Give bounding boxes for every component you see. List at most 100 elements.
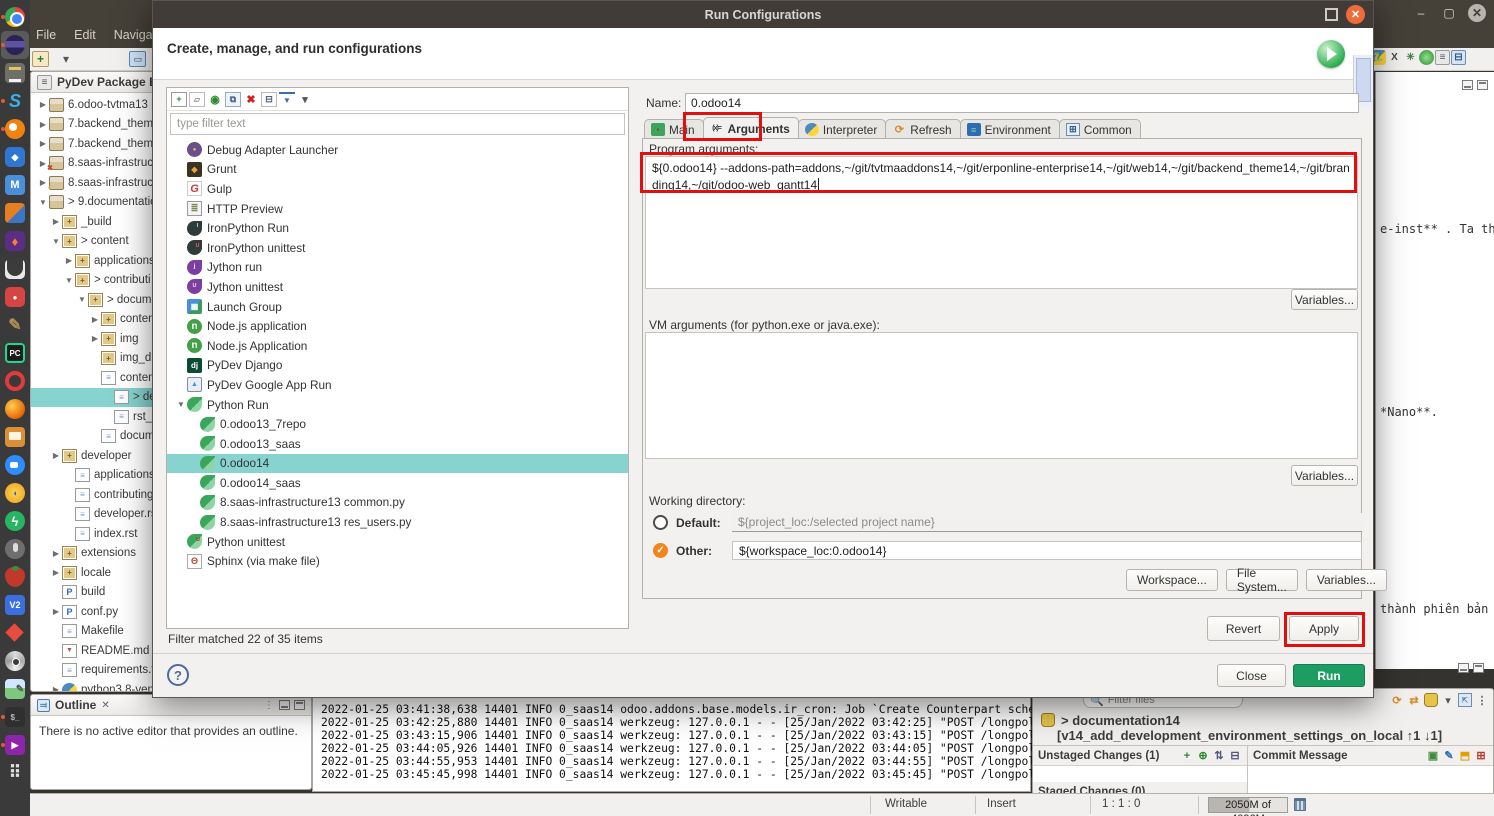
minimize-view-icon[interactable]: [1462, 80, 1473, 90]
dock-item[interactable]: [1, 395, 29, 423]
dock-item[interactable]: [1, 479, 29, 507]
outline-title[interactable]: Outline: [55, 698, 96, 712]
dock-item[interactable]: [1, 423, 29, 451]
configuration-row[interactable]: Gulp: [167, 179, 628, 199]
link-with-editor-icon[interactable]: [1458, 693, 1472, 707]
maximize-icon[interactable]: [1325, 8, 1338, 21]
dock-item[interactable]: [1, 115, 29, 143]
collapsed-icon[interactable]: [89, 315, 101, 324]
configuration-row[interactable]: IronPython Run: [167, 218, 628, 238]
configuration-row[interactable]: 0.odoo13_saas: [167, 434, 628, 454]
unstaged-changes-section[interactable]: Unstaged Changes (1): [1033, 746, 1247, 766]
stage-add-icon[interactable]: [1180, 749, 1194, 763]
collapsed-icon[interactable]: [89, 334, 101, 343]
collapsed-icon[interactable]: [50, 451, 62, 460]
configuration-row[interactable]: Python unittest: [167, 532, 628, 552]
config-tab[interactable]: Refresh: [885, 119, 960, 139]
stage-all-icon[interactable]: [1196, 749, 1210, 763]
menu-item[interactable]: Edit: [74, 28, 96, 42]
new-wizard-icon[interactable]: [32, 51, 49, 67]
configuration-row[interactable]: Node.js Application: [167, 336, 628, 356]
tab-close-icon[interactable]: ✕: [101, 700, 109, 711]
dock-item[interactable]: [1, 675, 29, 703]
dock-item[interactable]: [1, 87, 29, 115]
dock-item[interactable]: [1, 255, 29, 283]
config-tab[interactable]: Interpreter: [798, 119, 886, 139]
config-tab[interactable]: Common: [1059, 119, 1141, 139]
vm-arguments-input[interactable]: [645, 332, 1358, 459]
x-tool-icon[interactable]: [1387, 50, 1402, 65]
memory-gauge[interactable]: 2050M of 4096M: [1208, 797, 1288, 813]
dock-item[interactable]: [1, 367, 29, 395]
export-icon[interactable]: [207, 92, 223, 107]
revert-button[interactable]: Revert: [1207, 616, 1280, 641]
other-directory-field[interactable]: ${workspace_loc:0.odoo14}: [732, 541, 1362, 560]
compare-mode-icon[interactable]: [1212, 749, 1226, 763]
collapsed-icon[interactable]: [37, 120, 49, 129]
name-input[interactable]: 0.odoo14: [685, 93, 1359, 113]
maximize-icon[interactable]: ▢: [1440, 4, 1458, 22]
dock-item[interactable]: [1, 339, 29, 367]
filter-icon[interactable]: [279, 92, 295, 107]
dock-item[interactable]: [1, 535, 29, 563]
collapsed-icon[interactable]: [37, 100, 49, 109]
collapsed-icon[interactable]: [50, 685, 62, 692]
run-button[interactable]: Run: [1293, 664, 1365, 687]
expanded-icon[interactable]: [175, 400, 187, 409]
config-tab[interactable]: Arguments: [703, 117, 799, 139]
configuration-row[interactable]: HTTP Preview: [167, 199, 628, 219]
debug-icon[interactable]: [1403, 50, 1418, 65]
collapsed-icon[interactable]: [50, 568, 62, 577]
close-button[interactable]: Close: [1217, 664, 1286, 687]
configuration-row[interactable]: Jython unittest: [167, 277, 628, 297]
maximize-view-icon[interactable]: [1477, 80, 1488, 90]
configuration-row[interactable]: PyDev Django: [167, 356, 628, 376]
console-view-icon[interactable]: [129, 51, 146, 67]
variables-button[interactable]: Variables...: [1306, 569, 1387, 591]
layout-toggle-icon[interactable]: [1228, 749, 1242, 763]
configuration-row[interactable]: Python Run: [167, 395, 628, 415]
dock-item[interactable]: [1, 31, 29, 59]
chevron-down-icon[interactable]: [57, 51, 74, 67]
dock-item[interactable]: [1, 3, 29, 31]
configuration-row[interactable]: 0.odoo14_saas: [167, 473, 628, 493]
expanded-icon[interactable]: [63, 276, 75, 285]
view-menu-icon[interactable]: [1475, 693, 1489, 707]
configuration-row[interactable]: 0.odoo14: [167, 454, 628, 474]
dock-item[interactable]: [1, 591, 29, 619]
chevron-down-icon[interactable]: [297, 92, 313, 107]
dock-item[interactable]: [1, 143, 29, 171]
variables-button[interactable]: Variables...: [1291, 289, 1358, 310]
dock-item[interactable]: [1, 171, 29, 199]
garbage-collect-icon[interactable]: [1294, 798, 1306, 811]
maximize-view-icon[interactable]: [1473, 663, 1484, 673]
collapsed-icon[interactable]: [50, 607, 62, 616]
dock-item[interactable]: [1, 283, 29, 311]
other-radio[interactable]: [653, 543, 668, 558]
config-tab[interactable]: Main: [644, 119, 704, 139]
configuration-row[interactable]: Launch Group: [167, 297, 628, 317]
task-list-icon[interactable]: [1435, 50, 1450, 65]
new-prototype-icon[interactable]: [189, 92, 205, 107]
help-button[interactable]: ?: [167, 664, 189, 686]
git-repo-name[interactable]: > documentation14: [1061, 713, 1180, 728]
console-log[interactable]: 2022-01-25 03:41:38,638 14401 INFO 0_saa…: [313, 689, 1030, 781]
collapsed-icon[interactable]: [50, 549, 62, 558]
configuration-row[interactable]: Jython run: [167, 258, 628, 278]
dock-item[interactable]: [1, 647, 29, 675]
configuration-row[interactable]: 8.saas-infrastructure13 common.py: [167, 493, 628, 513]
table-view-icon[interactable]: [1451, 50, 1466, 65]
repository-icon[interactable]: [1424, 693, 1438, 707]
configuration-row[interactable]: 8.saas-infrastructure13 res_users.py: [167, 512, 628, 532]
close-icon[interactable]: ✕: [1468, 4, 1486, 22]
variables-button[interactable]: Variables...: [1291, 465, 1358, 486]
close-icon[interactable]: ✕: [1346, 5, 1365, 24]
dock-item[interactable]: [1, 227, 29, 255]
delete-icon[interactable]: [243, 92, 259, 107]
configuration-row[interactable]: IronPython unittest: [167, 238, 628, 258]
commit-icon[interactable]: [1474, 749, 1488, 763]
run-tool-icon[interactable]: [1419, 50, 1434, 65]
refresh-icon[interactable]: [1390, 693, 1404, 707]
configuration-row[interactable]: PyDev Google App Run: [167, 375, 628, 395]
dock-item[interactable]: [1, 451, 29, 479]
